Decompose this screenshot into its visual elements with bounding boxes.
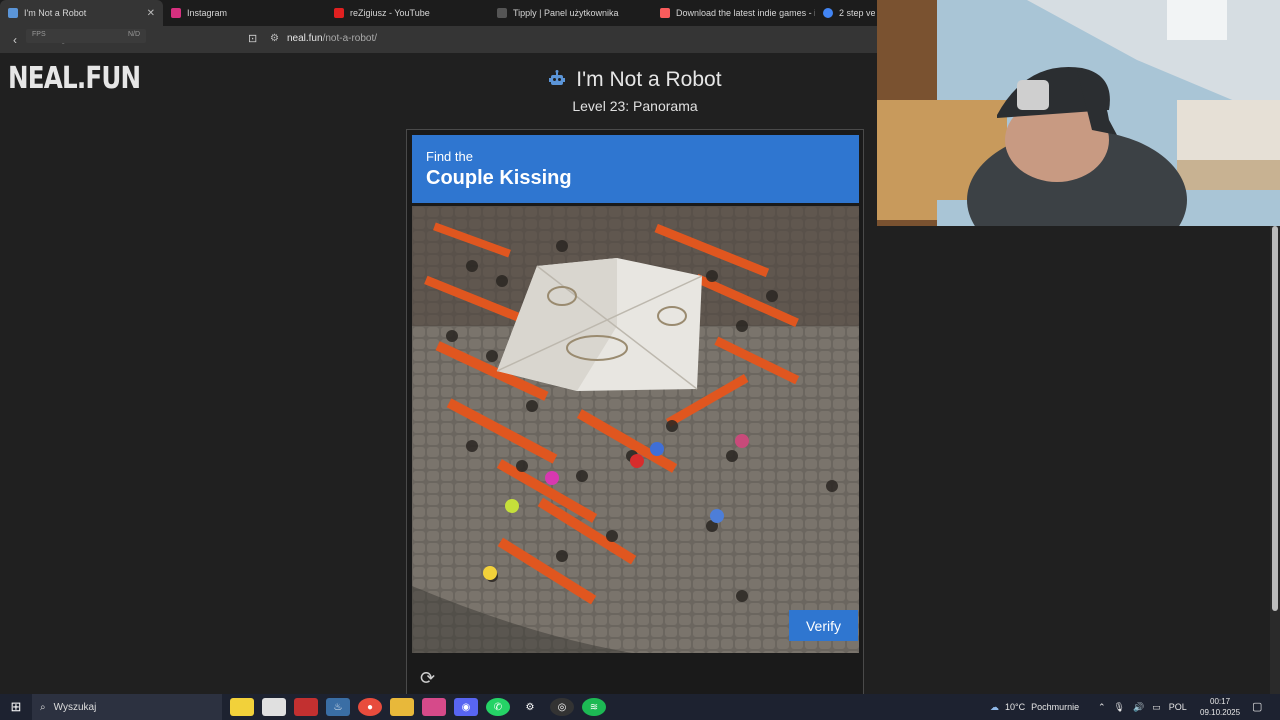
verify-button[interactable]: Verify — [789, 610, 858, 641]
tab-title: Instagram — [187, 8, 228, 18]
captcha-prompt: Find the — [426, 149, 473, 164]
chrome-icon[interactable]: ● — [358, 698, 382, 716]
weather-widget[interactable]: ☁ 10°C Pochmurnie — [990, 694, 1079, 720]
tab-instagram[interactable]: Instagram — [163, 0, 326, 26]
close-tab-icon[interactable]: ✕ — [147, 8, 155, 19]
title-text: I'm Not a Robot — [576, 68, 722, 91]
url-field[interactable]: ⚙ neal.fun/not-a-robot/ — [270, 33, 377, 44]
taskbar: ⊞ ⌕ Wyszukaj ♨ ● ◉ ✆ ⚙ ◎ ≋ ☁ 10°C Pochmu… — [0, 694, 1280, 720]
cloud-icon: ☁ — [990, 701, 999, 712]
microphone-icon[interactable]: 🎙 — [1114, 702, 1125, 713]
chevron-up-icon[interactable]: ⌃ — [1098, 702, 1106, 713]
robot-icon — [548, 68, 572, 91]
folder-icon[interactable] — [390, 698, 414, 716]
tab-title: Tipply | Panel użytkownika — [513, 8, 619, 18]
scrollbar-thumb[interactable] — [1272, 226, 1278, 611]
whatsapp-icon[interactable]: ✆ — [486, 698, 510, 716]
volume-icon[interactable]: 🔊 — [1133, 702, 1144, 713]
google-favicon-icon — [823, 8, 833, 18]
tab-youtube[interactable]: reZigiusz - YouTube — [326, 0, 489, 26]
fps-overlay: FPS N/D — [26, 29, 146, 43]
search-placeholder: Wyszukaj — [53, 701, 97, 713]
obs-icon[interactable]: ◎ — [550, 698, 574, 716]
spotify-icon[interactable]: ≋ — [582, 698, 606, 716]
file-explorer-icon[interactable] — [262, 698, 286, 716]
weather-temp: 10°C — [1005, 702, 1026, 712]
back-arrow-icon[interactable]: ‹ — [6, 33, 24, 47]
clock[interactable]: 00:17 09.10.2025 — [1200, 696, 1240, 718]
captcha-header: Find the Couple Kissing — [412, 135, 859, 203]
settings-icon[interactable]: ⚙ — [518, 698, 542, 716]
site-info-icon[interactable]: ⚙ — [270, 33, 279, 44]
webcam-overlay — [877, 0, 1280, 226]
url-path: /not-a-robot/ — [322, 33, 378, 44]
captcha-footer: ⟳ — [412, 658, 859, 694]
captcha-target: Couple Kissing — [426, 167, 572, 189]
panorama-image[interactable] — [412, 206, 859, 653]
language-indicator[interactable]: POL — [1169, 702, 1187, 712]
tipply-favicon-icon — [497, 8, 507, 18]
network-icon[interactable]: ▭ — [1152, 702, 1161, 713]
browser-icon[interactable] — [422, 698, 446, 716]
notification-icon[interactable]: ▢ — [1252, 700, 1262, 713]
tab-title: Download the latest indie games - it — [676, 8, 815, 18]
robot-favicon-icon — [8, 8, 18, 18]
clock-time: 00:17 — [1210, 697, 1231, 706]
windows-start-icon[interactable]: ⊞ — [0, 699, 32, 715]
instagram-favicon-icon — [171, 8, 181, 18]
sticky-notes-icon[interactable] — [230, 698, 254, 716]
url-host: neal.fun — [286, 33, 323, 44]
discord-icon[interactable]: ◉ — [454, 698, 478, 716]
fps-label: FPS — [32, 31, 46, 38]
app-icon[interactable] — [294, 698, 318, 716]
tab-google[interactable]: 2 step veri — [815, 0, 875, 26]
itch-favicon-icon — [660, 8, 670, 18]
tab-title: I'm Not a Robot — [24, 8, 87, 18]
tab-itch[interactable]: Download the latest indie games - it — [652, 0, 815, 26]
steam-icon[interactable]: ♨ — [326, 698, 350, 716]
tab-not-a-robot[interactable]: I'm Not a Robot ✕ — [0, 0, 163, 26]
fps-value: N/D — [127, 31, 140, 38]
tab-title: 2 step veri — [839, 8, 875, 18]
taskbar-search[interactable]: ⌕ Wyszukaj — [32, 694, 222, 720]
search-icon: ⌕ — [40, 701, 46, 713]
youtube-favicon-icon — [334, 8, 344, 18]
weather-desc: Pochmurnie — [1031, 702, 1080, 712]
reload-captcha-icon[interactable]: ⟳ — [420, 668, 435, 689]
bookmark-icon[interactable]: ⊡ — [248, 32, 257, 45]
page-scrollbar[interactable] — [1270, 226, 1280, 694]
tab-tipply[interactable]: Tipply | Panel użytkownika — [489, 0, 652, 26]
tab-title: reZigiusz - YouTube — [350, 8, 430, 18]
system-tray: ⌃ 🎙 🔊 ▭ POL — [1098, 694, 1187, 720]
clock-date: 09.10.2025 — [1200, 708, 1241, 717]
